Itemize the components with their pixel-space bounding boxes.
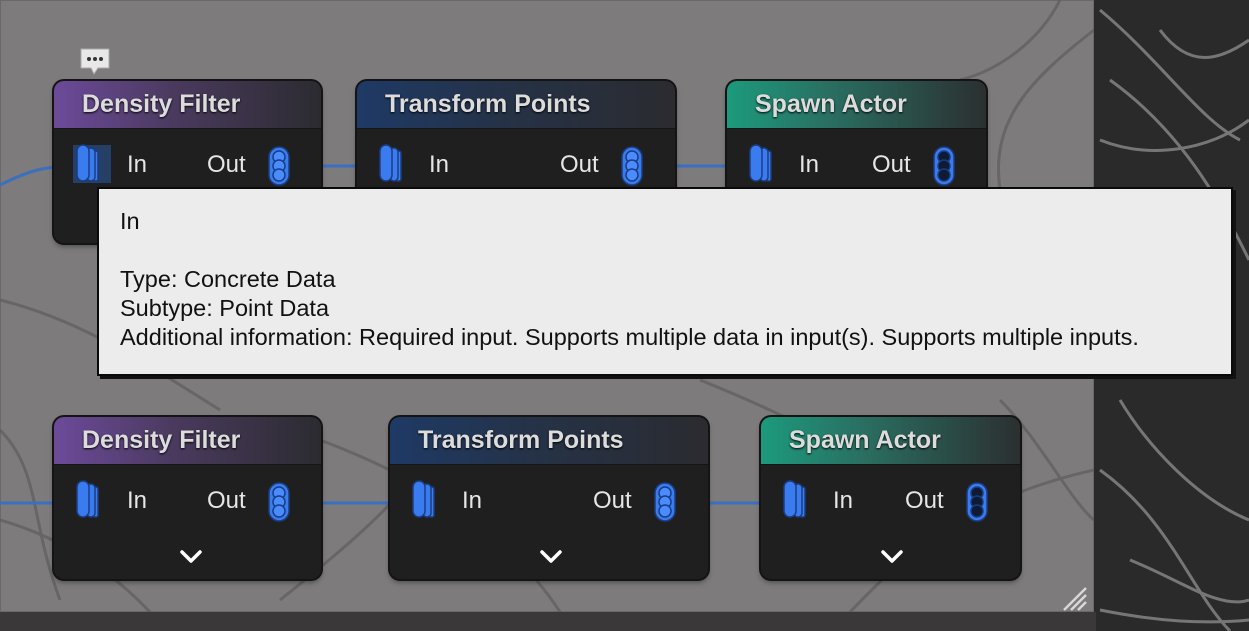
node-body: In Out [390, 465, 708, 575]
resize-grip-icon[interactable] [1060, 584, 1088, 612]
multi-data-pin-icon[interactable] [409, 479, 447, 523]
stacked-data-pin-icon[interactable] [267, 146, 291, 186]
multi-data-pin-icon[interactable] [376, 143, 414, 187]
tooltip-title: In [120, 208, 140, 234]
multi-data-pin-icon[interactable] [73, 143, 111, 187]
pin-in-label: In [833, 487, 854, 514]
node-title: Density Filter [54, 417, 321, 465]
tooltip-type-line: Type: Concrete Data [120, 266, 336, 292]
node-title: Transform Points [390, 417, 708, 465]
node-spawn-actor-2[interactable]: Spawn Actor In Out [761, 417, 1020, 579]
chevron-down-icon[interactable] [539, 549, 563, 565]
multi-data-pin-icon[interactable] [746, 143, 784, 187]
stacked-data-pin-icon[interactable] [965, 482, 989, 522]
multi-data-pin-icon[interactable] [780, 479, 818, 523]
pin-out-label: Out [560, 151, 599, 178]
pin-out-label: Out [207, 151, 246, 178]
pin-out-label: Out [905, 487, 944, 514]
chevron-down-icon[interactable] [179, 549, 203, 565]
comment-box-bottom-edge [0, 612, 1096, 631]
pin-out-label: Out [207, 487, 246, 514]
speech-bubble-ellipsis-icon[interactable] [79, 47, 111, 77]
node-transform-points-2[interactable]: Transform Points In Out [390, 417, 708, 579]
node-title: Density Filter [54, 81, 321, 129]
stacked-data-pin-icon[interactable] [620, 146, 644, 186]
pin-in-label: In [127, 487, 148, 514]
stacked-data-pin-icon[interactable] [267, 482, 291, 522]
node-density-filter-2[interactable]: Density Filter In Out [54, 417, 321, 579]
stacked-data-pin-icon[interactable] [653, 482, 677, 522]
pin-in-label: In [799, 151, 820, 178]
node-title: Spawn Actor [727, 81, 986, 129]
stacked-data-pin-icon[interactable] [932, 146, 956, 186]
node-body: In Out [761, 465, 1020, 575]
node-title: Transform Points [357, 81, 675, 129]
tooltip-subtype-line: Subtype: Point Data [120, 295, 330, 321]
tooltip-info-line: Additional information: Required input. … [120, 324, 1139, 350]
pin-out-label: Out [872, 151, 911, 178]
node-title: Spawn Actor [761, 417, 1020, 465]
pin-in-label: In [127, 151, 148, 178]
multi-data-pin-icon[interactable] [73, 479, 111, 523]
pin-in-label: In [429, 151, 450, 178]
pin-out-label: Out [593, 487, 632, 514]
node-body: In Out [54, 465, 321, 575]
pin-in-label: In [462, 487, 483, 514]
pin-tooltip: In Type: Concrete Data Subtype: Point Da… [97, 187, 1233, 376]
chevron-down-icon[interactable] [880, 549, 904, 565]
